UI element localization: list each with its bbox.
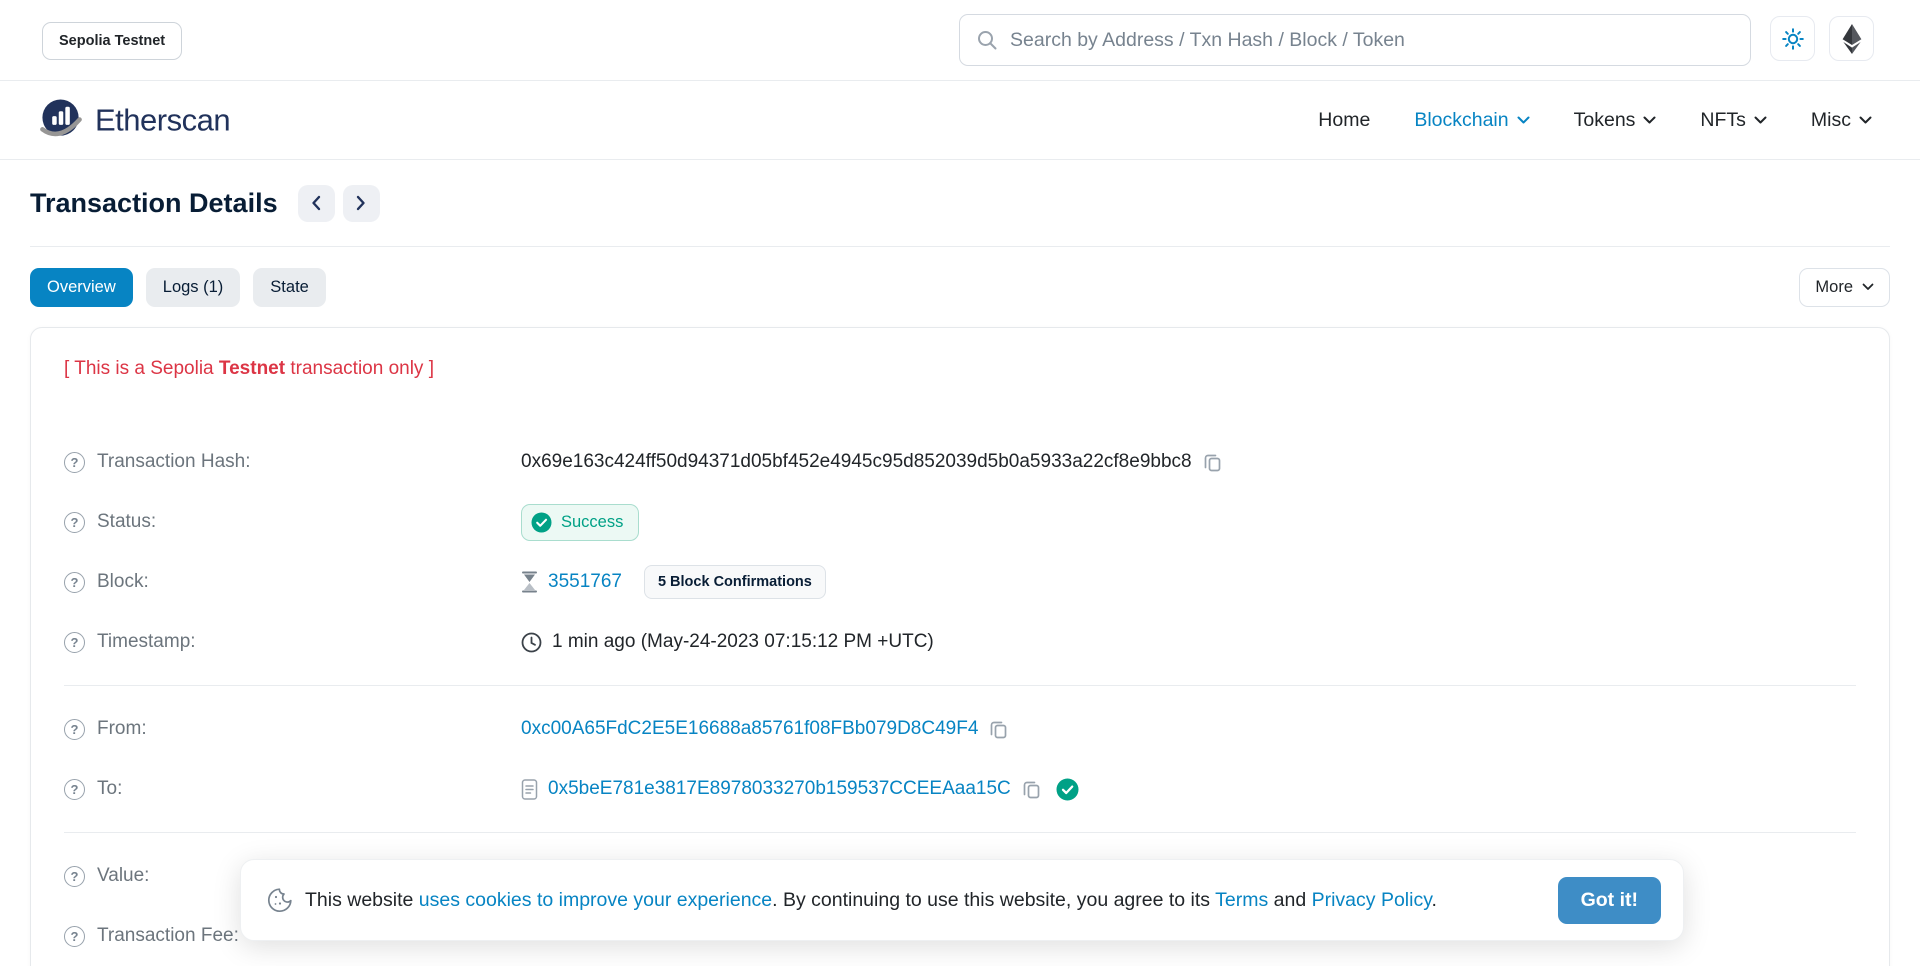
got-it-button[interactable]: Got it! [1558,877,1661,924]
field-label: From: [97,718,147,740]
block-number-link[interactable]: 3551767 [548,571,622,593]
sun-icon [1781,27,1805,51]
nav-label: NFTs [1700,109,1746,132]
notice-bold: Testnet [219,358,285,379]
more-label: More [1815,278,1853,297]
terms-link[interactable]: Terms [1215,889,1268,911]
cookie-icon [267,887,293,913]
nav-item-blockchain[interactable]: Blockchain [1414,109,1529,132]
chevron-down-icon [1517,116,1530,125]
cookie-text-part: . By continuing to use this website, you… [772,889,1215,911]
main-header: Etherscan Home Blockchain Tokens NFTs Mi… [0,81,1920,160]
to-address-link[interactable]: 0x5beE781e3817E8978033270b159537CCEEAaa1… [548,778,1011,800]
top-bar: Sepolia Testnet [0,0,1920,81]
tabs-row: Overview Logs (1) State More [30,247,1890,327]
copy-to-address-button[interactable] [1021,779,1042,800]
notice-text: [ This is a Sepolia [64,358,219,379]
search-icon [976,29,998,51]
row-transaction-hash: ? Transaction Hash: 0x69e163c424ff50d943… [64,432,1856,492]
page-heading-row: Transaction Details [30,160,1890,247]
nav-label: Home [1318,109,1370,132]
field-label: Transaction Fee: [97,925,239,947]
cookie-text-part: and [1268,889,1311,911]
help-icon[interactable]: ? [64,632,85,653]
cookie-text-part: . [1432,889,1437,911]
nav-item-nfts[interactable]: NFTs [1700,109,1767,132]
help-icon[interactable]: ? [64,452,85,473]
copy-icon [1021,779,1042,800]
row-block: ? Block: 3551767 5 Block Confirmations [64,552,1856,612]
theme-toggle-button[interactable] [1770,16,1815,61]
chevron-left-icon [311,195,321,211]
help-icon[interactable]: ? [64,866,85,887]
field-label: Block: [97,571,149,593]
nav-label: Blockchain [1414,109,1508,132]
tab-state[interactable]: State [253,268,326,307]
privacy-policy-link[interactable]: Privacy Policy [1312,889,1432,911]
notice-text: transaction only ] [285,358,434,379]
field-label: Value: [97,865,149,887]
field-label: To: [97,778,122,800]
contract-icon [521,779,538,800]
tab-logs[interactable]: Logs (1) [146,268,241,307]
field-label: Transaction Hash: [97,451,250,473]
chevron-down-icon [1859,116,1872,125]
field-label: Status: [97,511,156,533]
help-icon[interactable]: ? [64,512,85,533]
cookie-message: This website uses cookies to improve you… [305,889,1437,912]
network-switch-button[interactable] [1829,16,1874,61]
previous-transaction-button[interactable] [298,185,335,222]
page-title: Transaction Details [30,188,278,219]
more-dropdown-button[interactable]: More [1799,268,1890,307]
nav-item-tokens[interactable]: Tokens [1574,109,1657,132]
main-nav: Home Blockchain Tokens NFTs Misc [1318,81,1872,159]
copy-from-address-button[interactable] [988,719,1009,740]
from-address-link[interactable]: 0xc00A65FdC2E5E16688a85761f08FBb079D8C49… [521,718,978,740]
nav-item-home[interactable]: Home [1318,109,1370,132]
next-transaction-button[interactable] [343,185,380,222]
ethereum-icon [1842,24,1862,54]
brand-logo[interactable]: Etherscan [38,97,230,144]
help-icon[interactable]: ? [64,779,85,800]
divider [64,832,1856,833]
cookie-consent-banner: This website uses cookies to improve you… [240,859,1684,941]
network-selector-button[interactable]: Sepolia Testnet [42,22,182,60]
copy-icon [1202,452,1223,473]
search-box[interactable] [959,14,1751,66]
copy-icon [988,719,1009,740]
brand-name: Etherscan [95,102,230,138]
clock-icon [521,632,542,653]
timestamp-value: 1 min ago (May-24-2023 07:15:12 PM +UTC) [552,631,934,653]
chevron-right-icon [356,195,366,211]
testnet-notice: [ This is a Sepolia Testnet transaction … [64,356,1856,382]
transaction-hash-value: 0x69e163c424ff50d94371d05bf452e4945c95d8… [521,451,1192,473]
status-badge: Success [521,504,639,541]
field-label: Timestamp: [97,631,196,653]
chevron-down-icon [1862,283,1874,291]
search-input[interactable] [1010,29,1734,52]
verified-check-icon [1056,778,1079,801]
copy-hash-button[interactable] [1202,452,1223,473]
help-icon[interactable]: ? [64,719,85,740]
row-status: ? Status: Success [64,492,1856,552]
chevron-down-icon [1643,116,1656,125]
help-icon[interactable]: ? [64,572,85,593]
nav-label: Tokens [1574,109,1636,132]
row-from: ? From: 0xc00A65FdC2E5E16688a85761f08FBb… [64,699,1856,759]
check-circle-icon [531,512,552,533]
help-icon[interactable]: ? [64,926,85,947]
tab-overview[interactable]: Overview [30,268,133,307]
nav-item-misc[interactable]: Misc [1811,109,1872,132]
cookies-policy-link[interactable]: uses cookies to improve your experience [419,889,772,911]
status-text: Success [561,513,623,532]
row-to: ? To: 0x5beE781e3817E8978033270b159537CC… [64,759,1856,819]
row-timestamp: ? Timestamp: 1 min ago (May-24-2023 07:1… [64,612,1856,672]
nav-label: Misc [1811,109,1851,132]
divider [64,685,1856,686]
hourglass-icon [521,571,538,593]
cookie-text-part: This website [305,889,419,911]
block-confirmations-badge: 5 Block Confirmations [644,565,826,599]
chevron-down-icon [1754,116,1767,125]
etherscan-logo-icon [38,97,85,144]
